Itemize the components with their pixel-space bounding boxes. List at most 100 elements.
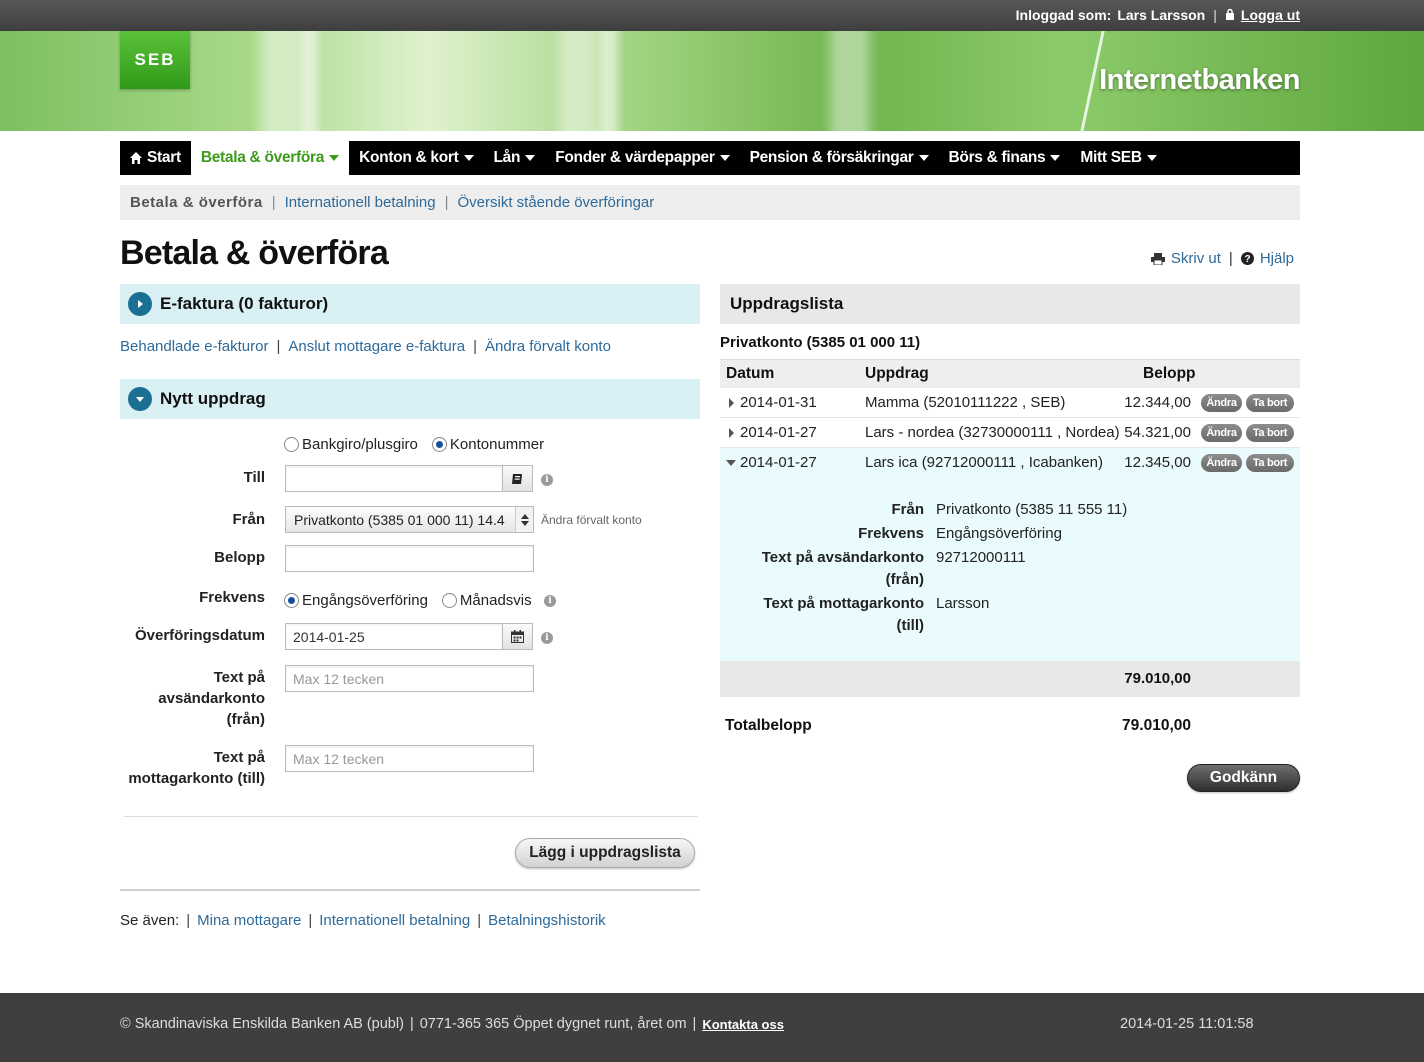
radio-one-time[interactable]: Engångsöverföring xyxy=(284,592,428,609)
sender-text-input[interactable]: Max 12 tecken xyxy=(285,665,534,692)
collapse-row-icon[interactable] xyxy=(726,460,736,466)
detail-receiver-text-value: Larsson xyxy=(936,595,990,612)
radio-monthly[interactable]: Månadsvis xyxy=(441,592,532,609)
nav-item-pension[interactable]: Pension & försäkringar xyxy=(740,141,939,175)
column-order: Uppdrag xyxy=(865,365,929,382)
row-date: 2014-01-27 xyxy=(740,454,817,471)
international-payment-link[interactable]: Internationell betalning xyxy=(319,912,470,929)
receiver-text-label: Text på mottagarkonto (till) xyxy=(128,749,265,787)
to-account-input[interactable] xyxy=(285,465,503,492)
nav-item-label: Lån xyxy=(493,149,521,166)
detail-sender-text-value: 92712000111 xyxy=(936,549,1026,566)
collapse-icon[interactable] xyxy=(128,387,152,411)
breadcrumb: Betala & överföra | Internationell betal… xyxy=(120,185,1300,220)
radio-bankgiro[interactable]: Bankgiro/plusgiro xyxy=(284,436,418,453)
frequency-group: Engångsöverföring Månadsvis xyxy=(284,592,532,609)
main-nav: Start Betala & överföra Konton & kort Lå… xyxy=(120,141,1300,175)
info-icon[interactable]: i xyxy=(544,595,556,607)
chevron-down-icon xyxy=(329,155,340,161)
info-icon[interactable]: i xyxy=(541,474,553,486)
row-amount: 12.344,00 xyxy=(1124,394,1191,411)
efaktura-links: Behandlade e-fakturor | Anslut mottagare… xyxy=(120,338,611,355)
detail-frequency-value: Engångsöverföring xyxy=(936,525,1062,542)
subtotal-row: 79.010,00 xyxy=(720,661,1300,697)
approve-button[interactable]: Godkänn xyxy=(1187,764,1300,792)
total-row: Totalbelopp 79.010,00 xyxy=(720,715,1300,739)
table-row[interactable]: 2014-01-27 Lars - nordea (32730000111 , … xyxy=(720,418,1300,448)
expand-icon[interactable] xyxy=(128,292,152,316)
row-amount: 12.345,00 xyxy=(1124,454,1191,471)
row-description: Lars ica (92712000111 , Icabanken) xyxy=(865,454,1103,471)
nav-item-label: Mitt SEB xyxy=(1080,149,1142,166)
row-date: 2014-01-27 xyxy=(740,424,817,441)
address-book-icon xyxy=(512,473,522,484)
logout-link[interactable]: Logga ut xyxy=(1241,7,1300,23)
efaktura-panel-header[interactable]: E-faktura (0 fakturor) xyxy=(120,284,700,324)
select-arrows-icon xyxy=(515,507,533,532)
nav-item-lan[interactable]: Lån xyxy=(484,141,546,175)
divider xyxy=(124,816,698,817)
amount-label: Belopp xyxy=(214,549,265,566)
delete-button[interactable]: Ta bort xyxy=(1246,454,1294,472)
chevron-down-icon xyxy=(525,155,536,161)
edit-button[interactable]: Ändra xyxy=(1201,424,1242,442)
site-title: Internetbanken xyxy=(1099,64,1300,96)
contact-link[interactable]: Kontakta oss xyxy=(702,1017,784,1032)
nav-item-start[interactable]: Start xyxy=(120,141,191,175)
seb-logo[interactable]: SEB xyxy=(120,31,190,89)
footer-timestamp: 2014-01-25 11:01:58 xyxy=(1120,1016,1254,1032)
radio-button[interactable] xyxy=(284,437,299,452)
connect-payee-link[interactable]: Anslut mottagare e-faktura xyxy=(288,338,465,355)
nav-item-konton[interactable]: Konton & kort xyxy=(349,141,483,175)
row-description: Lars - nordea (32730000111 , Nordea) xyxy=(865,424,1120,441)
separator: | xyxy=(1213,7,1217,23)
home-icon xyxy=(130,152,142,164)
page-title: Betala & överföra xyxy=(120,234,389,272)
info-icon[interactable]: i xyxy=(541,632,553,644)
expand-row-icon[interactable] xyxy=(729,428,734,438)
delete-button[interactable]: Ta bort xyxy=(1246,424,1294,442)
row-date: 2014-01-31 xyxy=(740,394,817,411)
radio-button[interactable] xyxy=(441,593,457,608)
radio-button-selected[interactable] xyxy=(431,437,447,452)
change-default-account-hint[interactable]: Ändra förvalt konto xyxy=(541,513,642,527)
sender-text-label: Text på avsändarkonto (från) xyxy=(158,669,265,728)
payment-history-link[interactable]: Betalningshistorik xyxy=(488,912,606,929)
processed-einvoices-link[interactable]: Behandlade e-fakturor xyxy=(120,338,268,355)
chevron-down-icon xyxy=(719,155,730,161)
radio-button-selected[interactable] xyxy=(284,593,299,608)
print-link[interactable]: Skriv ut xyxy=(1171,250,1221,267)
nav-item-fonder[interactable]: Fonder & värdepapper xyxy=(545,141,739,175)
edit-button[interactable]: Ändra xyxy=(1201,454,1242,472)
subnav-link-standing-transfers[interactable]: Översikt stående överföringar xyxy=(457,194,654,211)
edit-button[interactable]: Ändra xyxy=(1201,394,1242,412)
table-row-expanded[interactable]: 2014-01-27 Lars ica (92712000111 , Icaba… xyxy=(720,448,1300,478)
expand-row-icon[interactable] xyxy=(729,398,734,408)
footer-copyright: © Skandinaviska Enskilda Banken AB (publ… xyxy=(120,1016,404,1032)
radio-kontonummer[interactable]: Kontonummer xyxy=(431,436,544,453)
delete-button[interactable]: Ta bort xyxy=(1246,394,1294,412)
help-link[interactable]: Hjälp xyxy=(1260,250,1294,267)
receiver-text-input[interactable]: Max 12 tecken xyxy=(285,745,534,772)
row-amount: 54.321,00 xyxy=(1124,424,1191,441)
date-input[interactable]: 2014-01-25 xyxy=(285,623,503,650)
new-order-panel-header[interactable]: Nytt uppdrag xyxy=(120,379,700,419)
nav-item-bors[interactable]: Börs & finans xyxy=(939,141,1071,175)
nav-item-mitt-seb[interactable]: Mitt SEB xyxy=(1070,141,1166,175)
table-row[interactable]: 2014-01-31 Mamma (52010111222 , SEB) 12.… xyxy=(720,388,1300,418)
add-to-list-button[interactable]: Lägg i uppdragslista xyxy=(515,838,695,868)
from-account-value: Privatkonto (5385 01 000 11) 14.4 xyxy=(294,512,505,528)
subnav-link-international[interactable]: Internationell betalning xyxy=(285,194,436,211)
nav-item-label: Start xyxy=(147,149,181,166)
from-account-select[interactable]: Privatkonto (5385 01 000 11) 14.4 xyxy=(285,506,534,533)
amount-input[interactable] xyxy=(285,545,534,572)
nav-item-betala[interactable]: Betala & överföra xyxy=(190,141,350,175)
top-bar: Inloggad som: Lars Larsson | Logga ut xyxy=(0,0,1424,31)
address-book-button[interactable] xyxy=(502,465,533,492)
payment-type-group: Bankgiro/plusgiro Kontonummer xyxy=(284,436,544,453)
efaktura-heading: E-faktura (0 fakturor) xyxy=(160,294,329,313)
detail-sender-text-label: Text på avsändarkonto (från) xyxy=(761,549,924,588)
calendar-button[interactable] xyxy=(502,623,533,650)
my-payees-link[interactable]: Mina mottagare xyxy=(197,912,301,929)
change-default-account-link[interactable]: Ändra förvalt konto xyxy=(485,338,611,355)
